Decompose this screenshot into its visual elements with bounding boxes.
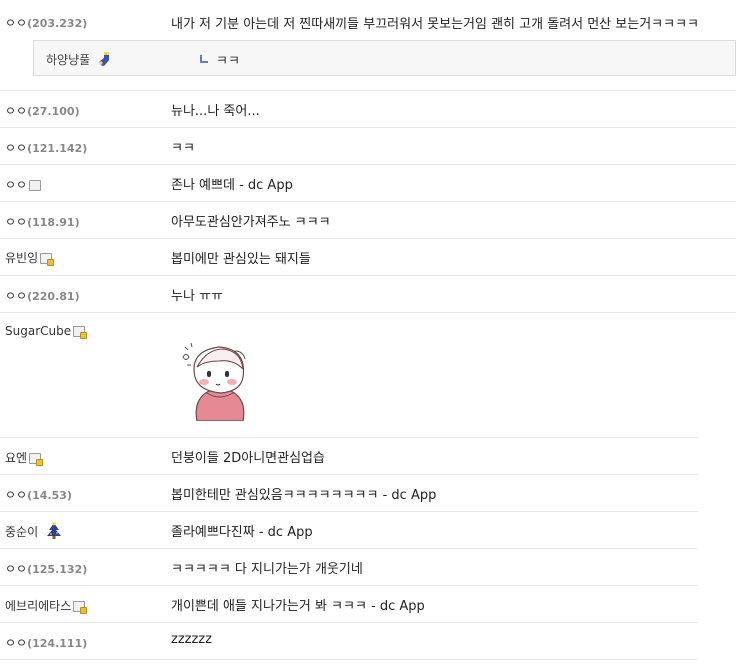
sticker-image[interactable] (177, 337, 263, 421)
comment-text: zzzzzz (171, 632, 212, 647)
comment-row: ㅇㅇ(118.91) 아무도관심안가져주노 ㅋㅋㅋ (0, 201, 736, 239)
gallery-member-icon (73, 326, 88, 339)
comment-nick[interactable]: 요엔 (5, 449, 44, 466)
comment-nick[interactable]: 유빈잉 (5, 249, 55, 266)
comment-row: ㅇㅇ 존나 예쁘데 - dc App (0, 164, 736, 202)
comment-nick[interactable]: ㅇㅇ(124.111) (5, 634, 87, 651)
comment-nick[interactable]: ㅇㅇ(125.132) (5, 560, 87, 577)
nick-text: 유빈잉 (5, 251, 39, 265)
comment-row: 요엔 던붕이들 2D아니면관심업습 (0, 437, 698, 475)
comment-row: 중순이 졸라예쁘다진짜 - dc App (0, 511, 698, 549)
nick-text: ㅇㅇ (5, 141, 28, 155)
comment-text: 봅미한테만 관심있음ㅋㅋㅋㅋㅋㅋㅋㅋ - dc App (171, 488, 437, 503)
ip-text: (27.100) (27, 105, 80, 118)
comment-row: ㅇㅇ(14.53) 봅미한테만 관심있음ㅋㅋㅋㅋㅋㅋㅋㅋ - dc App (0, 474, 698, 512)
reply-text: ㅋㅋ (200, 50, 240, 69)
comment-row: 유빈잉 봅미에만 관심있는 돼지들 (0, 238, 736, 276)
reply-arrow-icon (200, 55, 208, 63)
nick-text: 중순이 (5, 525, 39, 539)
comment-text: 뉴나...나 죽어... (171, 104, 260, 119)
comment-nick[interactable]: ㅇㅇ(220.81) (5, 287, 80, 304)
comment-nick[interactable]: ㅇㅇ(118.91) (5, 213, 80, 230)
comment-row: ㅇㅇ(125.132) ㅋㅋㅋㅋㅋ 다 지니가는가 개웃기네 (0, 548, 698, 586)
ip-text: (121.142) (27, 142, 88, 155)
comment-nick[interactable]: ㅇㅇ(121.142) (5, 139, 87, 156)
ip-text: (220.81) (27, 290, 80, 303)
nick-text: SugarCube (5, 324, 72, 338)
nick-text: ㅇㅇ (5, 178, 28, 192)
comment-text: 아무도관심안가져주노 ㅋㅋㅋ (171, 215, 331, 230)
sock-icon (99, 52, 109, 66)
nick-text: 에브리에타스 (5, 599, 72, 613)
gallery-member-icon (40, 253, 55, 266)
reply-nick-text: 하양냥풀 (46, 53, 91, 67)
comment-row: ㅇㅇ(203.232) 내가 저 기분 아는데 저 찐따새끼들 부끄러워서 못보… (0, 0, 736, 91)
nick-text: ㅇㅇ (5, 104, 28, 118)
gallery-member-icon (29, 453, 44, 466)
nick-text: ㅇㅇ (5, 488, 28, 502)
comment-text: 봅미에만 관심있는 돼지들 (171, 252, 311, 267)
reply-text-value: ㅋㅋ (216, 54, 240, 69)
ip-text: (125.132) (27, 563, 88, 576)
comment-list: ㅇㅇ(203.232) 내가 저 기분 아는데 저 찐따새끼들 부끄러워서 못보… (0, 0, 736, 667)
nick-text: ㅇㅇ (5, 562, 28, 576)
comment-text: 졸라예쁘다진짜 - dc App (171, 525, 313, 540)
gallery-member-icon (73, 601, 88, 614)
comment-row: ㅇㅇ(27.100) 뉴나...나 죽어... (0, 90, 736, 128)
reply-nick[interactable]: 하양냥풀 (46, 51, 113, 68)
comment-row: ㅇㅇ(124.111) zzzzzz (0, 622, 698, 660)
nick-text: ㅇㅇ (5, 215, 28, 229)
comment-text: 존나 예쁘데 - dc App (171, 178, 293, 193)
comment-text: 내가 저 기분 아는데 저 찐따새끼들 부끄러워서 못보는거임 괜히 고개 돌려… (171, 17, 699, 32)
comment-text: 던붕이들 2D아니면관심업습 (171, 451, 325, 466)
comment-row: SugarCube (0, 312, 698, 438)
comment-nick[interactable]: ㅇㅇ (5, 176, 42, 193)
comment-text: ㅋㅋ (171, 141, 195, 156)
tree-icon (46, 522, 61, 539)
comment-row: ㅇㅇ(220.81) 누나 ㅠㅠ (0, 275, 736, 313)
app-user-icon (29, 180, 42, 191)
comment-nick[interactable]: SugarCube (5, 324, 88, 339)
comment-nick[interactable]: 에브리에타스 (5, 597, 88, 614)
nick-text: ㅇㅇ (5, 289, 28, 303)
ip-text: (118.91) (27, 216, 80, 229)
ip-text: (14.53) (27, 489, 72, 502)
nick-text: ㅇㅇ (5, 16, 28, 30)
comment-text: 개이쁜데 애들 지나가는거 봐 ㅋㅋㅋ - dc App (171, 599, 425, 614)
ip-text: (203.232) (27, 17, 88, 30)
comment-row: ㅇㅇ(121.142) ㅋㅋ (0, 127, 736, 165)
nick-text: ㅇㅇ (5, 636, 28, 650)
comment-text: 누나 ㅠㅠ (171, 289, 223, 304)
comment-nick[interactable]: ㅇㅇ(27.100) (5, 102, 80, 119)
reply-box: 하양냥풀 ㅋㅋ (33, 40, 736, 76)
comment-nick[interactable]: ㅇㅇ(14.53) (5, 486, 72, 503)
nick-text: 요엔 (5, 451, 28, 465)
comment-nick[interactable]: 중순이 (5, 522, 63, 540)
comment-nick[interactable]: ㅇㅇ(203.232) (5, 14, 87, 31)
comment-text: ㅋㅋㅋㅋㅋ 다 지니가는가 개웃기네 (171, 562, 363, 577)
comment-row: 에브리에타스 개이쁜데 애들 지나가는거 봐 ㅋㅋㅋ - dc App (0, 585, 698, 623)
ip-text: (124.111) (27, 637, 88, 650)
